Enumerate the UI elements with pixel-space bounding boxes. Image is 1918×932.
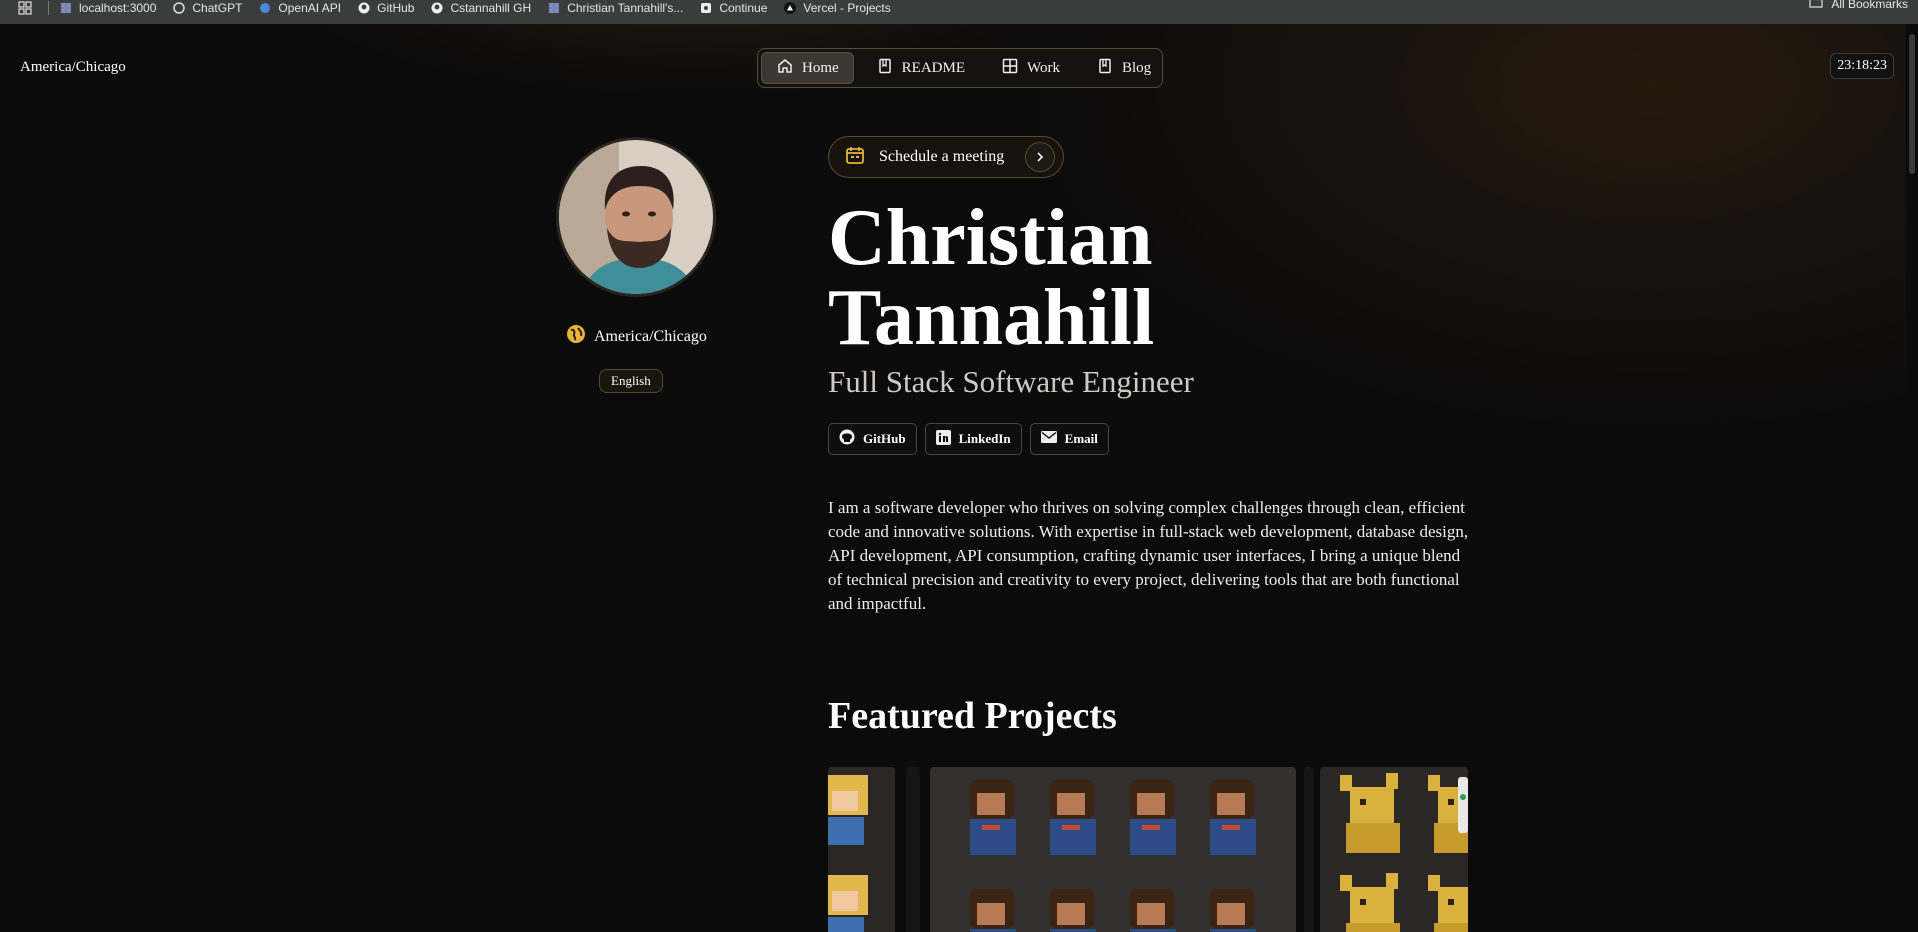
bookmark-label: OpenAI API — [278, 1, 342, 15]
email-icon — [1040, 431, 1057, 447]
bookmark-label: GitHub — [377, 1, 415, 15]
project-thumbnail[interactable] — [1320, 767, 1468, 932]
featured-projects-heading: Featured Projects — [828, 695, 1117, 737]
schedule-meeting-button[interactable]: Schedule a meeting — [828, 136, 1064, 178]
bookmark-cstannahill-gh[interactable]: Cstannahill GH — [430, 1, 531, 15]
header-timezone: America/Chicago — [20, 59, 126, 75]
chevron-right-icon — [1025, 142, 1055, 172]
bio-paragraph: I am a software developer who thrives on… — [828, 498, 1469, 613]
bookmark-label: Christian Tannahill's... — [567, 1, 684, 15]
linkedin-icon — [935, 429, 951, 449]
project-carousel[interactable] — [828, 767, 1468, 932]
nav-blog[interactable]: Blog — [1082, 52, 1165, 84]
profile-location-label: America/Chicago — [594, 327, 707, 345]
nav-work[interactable]: Work — [987, 52, 1074, 84]
nav-home[interactable]: Home — [761, 52, 854, 84]
nav-label: Home — [802, 59, 839, 76]
page-title: Christian Tannahill — [828, 198, 1154, 358]
github-icon — [430, 1, 444, 15]
profile-location: America/Chicago — [566, 324, 707, 349]
nav-label: README — [901, 59, 966, 76]
apps-grid-icon[interactable] — [18, 1, 44, 22]
nav-label: Work — [1027, 59, 1060, 76]
book-icon — [1096, 57, 1114, 80]
github-label: GitHub — [863, 431, 906, 446]
linkedin-button[interactable]: LinkedIn — [924, 423, 1022, 455]
github-button[interactable]: GitHub — [828, 423, 917, 455]
home-icon — [776, 57, 794, 80]
openai-icon — [258, 1, 272, 15]
grid-icon — [1001, 57, 1019, 80]
name-first: Christian — [828, 194, 1153, 282]
bookmark-openai-api[interactable]: OpenAI API — [258, 1, 341, 15]
avatar — [556, 137, 716, 297]
book-icon — [876, 57, 894, 80]
language-badge: English — [599, 369, 663, 393]
nav-readme[interactable]: README — [862, 52, 979, 84]
bookmarks-divider — [48, 1, 49, 15]
carousel-divider — [906, 767, 920, 932]
github-icon — [357, 1, 371, 15]
bookmark-continue[interactable]: Continue — [699, 1, 767, 15]
nav-label: Blog — [1121, 59, 1152, 76]
calendar-icon — [845, 145, 865, 170]
bookmark-vercel[interactable]: Vercel - Projects — [783, 1, 891, 15]
bookmark-label: Cstannahill GH — [450, 1, 532, 15]
page-icon — [547, 1, 561, 15]
email-button[interactable]: Email — [1029, 423, 1109, 455]
social-links: GitHub LinkedIn Email — [828, 423, 1109, 455]
openai-icon — [172, 1, 186, 15]
job-title: Full Stack Software Engineer — [828, 364, 1194, 399]
bookmark-github[interactable]: GitHub — [357, 1, 414, 15]
bookmark-chatgpt[interactable]: ChatGPT — [172, 1, 242, 15]
schedule-meeting-label: Schedule a meeting — [879, 148, 1005, 165]
linkedin-label: LinkedIn — [958, 431, 1011, 446]
globe-icon — [566, 324, 586, 349]
project-thumbnail[interactable] — [828, 767, 895, 932]
bookmark-label: Continue — [719, 1, 768, 15]
project-thumbnail[interactable] — [930, 767, 1296, 932]
page: America/Chicago Home README Work Blog 23… — [0, 24, 1918, 932]
main-nav: Home README Work Blog — [757, 48, 1163, 88]
page-icon — [59, 1, 73, 15]
bookmarks-bar: localhost:3000 ChatGPT OpenAI API GitHub… — [0, 0, 1918, 24]
bookmark-label: localhost:3000 — [79, 1, 157, 15]
bookmark-localhost[interactable]: localhost:3000 — [59, 1, 156, 15]
continue-icon — [699, 1, 713, 15]
scrollbar-thumb[interactable] — [1909, 34, 1915, 174]
folder-icon — [1809, 0, 1823, 11]
name-last: Tannahill — [828, 274, 1155, 362]
page-scrollbar[interactable] — [1906, 24, 1918, 932]
bookmark-christian-tannahill[interactable]: Christian Tannahill's... — [547, 1, 683, 15]
github-icon — [839, 429, 855, 449]
carousel-divider — [1304, 767, 1314, 932]
clock: 23:18:23 — [1830, 53, 1894, 79]
all-bookmarks[interactable]: All Bookmarks — [1809, 0, 1908, 11]
email-label: Email — [1064, 431, 1098, 446]
vercel-icon — [783, 1, 797, 15]
all-bookmarks-label: All Bookmarks — [1831, 0, 1908, 11]
bookmark-label: Vercel - Projects — [803, 1, 891, 15]
bookmark-label: ChatGPT — [192, 1, 243, 15]
